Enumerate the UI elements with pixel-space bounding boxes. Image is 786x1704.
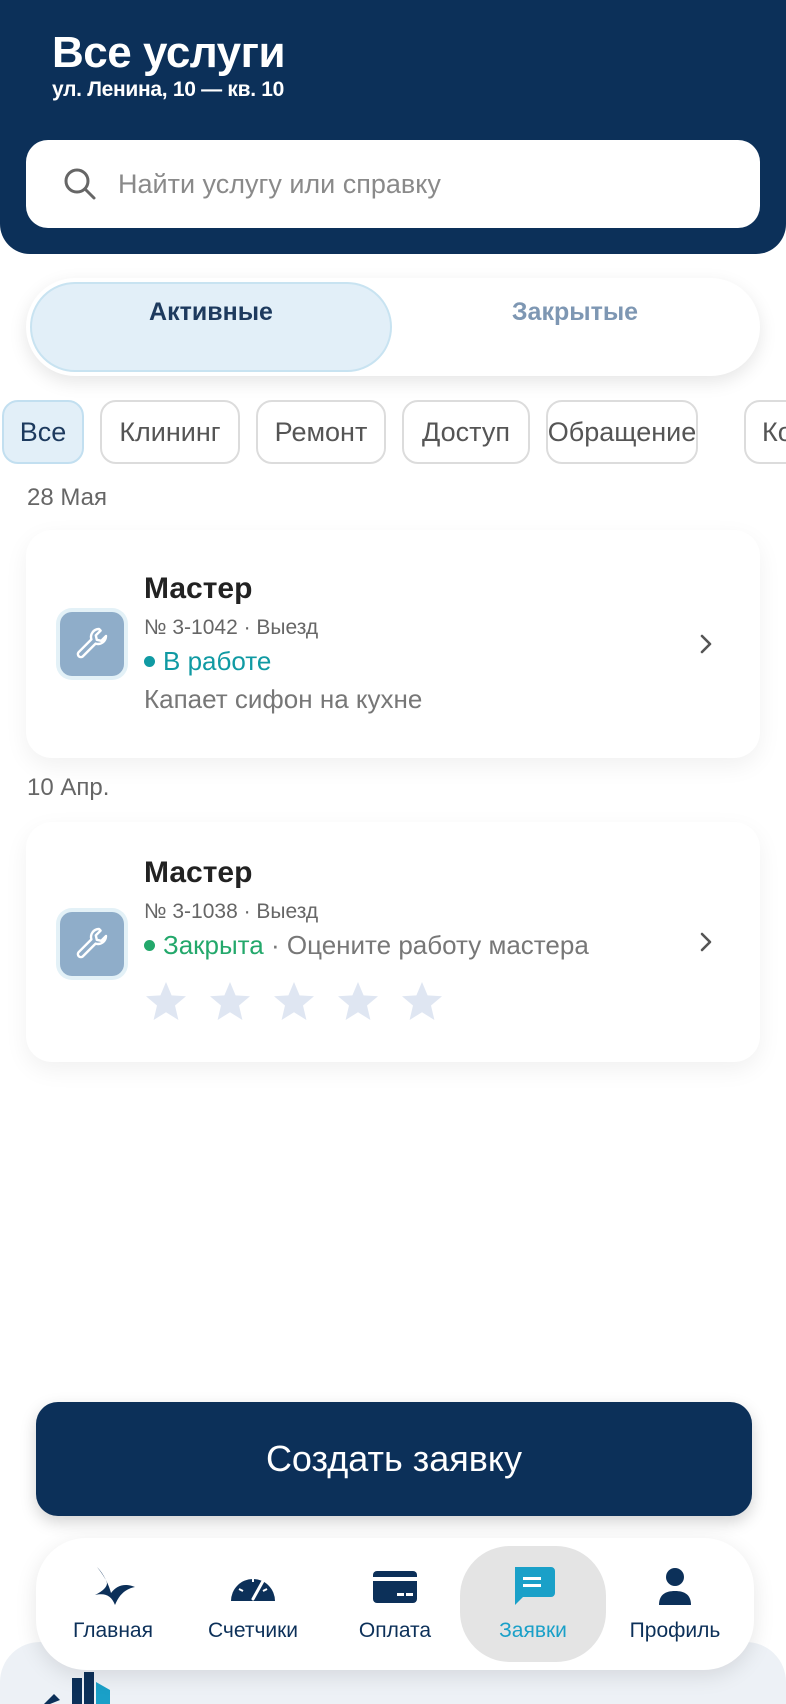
status-label: Закрыта: [163, 930, 264, 960]
nav-meters[interactable]: Счетчики: [180, 1546, 326, 1662]
nav-home-label: Главная: [73, 1619, 153, 1642]
wrench-icon: [60, 612, 124, 676]
brand-logo-icon: [44, 1672, 110, 1704]
request-description: Капает сифон на кухне: [144, 684, 423, 714]
tab-active[interactable]: Активные: [30, 282, 392, 372]
request-status: Закрыта · Оцените работу мастера: [144, 930, 589, 961]
request-number: № 3-1042 · Выезд: [144, 616, 319, 639]
chevron-right-icon: [700, 634, 712, 654]
nav-home[interactable]: Главная: [40, 1546, 186, 1662]
nav-profile-label: Профиль: [629, 1619, 721, 1642]
star-icon[interactable]: [272, 980, 316, 1024]
search-input[interactable]: [118, 140, 738, 228]
nav-profile[interactable]: Профиль: [602, 1546, 748, 1662]
nav-meters-label: Счетчики: [207, 1619, 299, 1642]
page-title: Все услуги: [52, 28, 286, 77]
bird-home-icon: [95, 1567, 135, 1605]
nav-payment-label: Оплата: [358, 1619, 432, 1642]
tab-closed[interactable]: Закрытые: [394, 282, 756, 372]
nav-requests[interactable]: Заявки: [460, 1546, 606, 1662]
chevron-right-icon: [700, 932, 712, 952]
status-label: В работе: [163, 646, 272, 676]
request-card[interactable]: Мастер № 3-1038 · Выезд Закрыта · Оценит…: [26, 822, 760, 1062]
card-icon: [373, 1571, 417, 1603]
search-icon: [64, 168, 96, 200]
date-header: 10 Апр.: [27, 774, 110, 801]
request-status: В работе: [144, 646, 271, 677]
filter-chip-cleaning[interactable]: Клининг: [100, 400, 240, 464]
star-icon[interactable]: [336, 980, 380, 1024]
status-dot: [144, 939, 155, 951]
filter-chip-repair[interactable]: Ремонт: [256, 400, 386, 464]
status-dot: [144, 655, 155, 667]
header: Все услуги ул. Ленина, 10 — кв. 10: [0, 0, 786, 254]
date-header: 28 Мая: [27, 484, 107, 511]
request-title: Мастер: [144, 572, 253, 605]
search-bar[interactable]: [26, 140, 760, 228]
create-request-button[interactable]: Создать заявку: [36, 1402, 752, 1516]
nav-payment[interactable]: Оплата: [322, 1546, 468, 1662]
wrench-icon: [60, 912, 124, 976]
status-segmented-control: Активные Закрытые: [26, 278, 760, 376]
address-label: ул. Ленина, 10 — кв. 10: [52, 78, 285, 101]
chat-icon: [515, 1567, 555, 1605]
request-card[interactable]: Мастер № 3-1042 · Выезд В работе Капает …: [26, 530, 760, 758]
nav-requests-label: Заявки: [499, 1619, 567, 1642]
filter-chip-appeal[interactable]: Обращение: [546, 400, 698, 464]
filter-chips: Все Клининг Ремонт Доступ Обращение Ко: [0, 400, 786, 466]
star-icon[interactable]: [208, 980, 252, 1024]
star-icon[interactable]: [144, 980, 188, 1024]
request-number: № 3-1038 · Выезд: [144, 900, 319, 923]
rating-prompt: · Оцените работу мастера: [263, 930, 589, 960]
filter-chip-access[interactable]: Доступ: [402, 400, 530, 464]
user-icon: [659, 1568, 691, 1605]
gauge-icon: [231, 1577, 275, 1601]
tab-closed-label: Закрытые: [511, 297, 639, 326]
tab-active-label: Активные: [149, 297, 273, 326]
request-title: Мастер: [144, 856, 253, 889]
filter-chip-all[interactable]: Все: [2, 400, 84, 464]
filter-chip-more[interactable]: Ко: [744, 400, 786, 464]
star-icon[interactable]: [400, 980, 444, 1024]
bottom-navigation: Главная Счетчики Оплата Заявки Профиль: [36, 1538, 754, 1670]
